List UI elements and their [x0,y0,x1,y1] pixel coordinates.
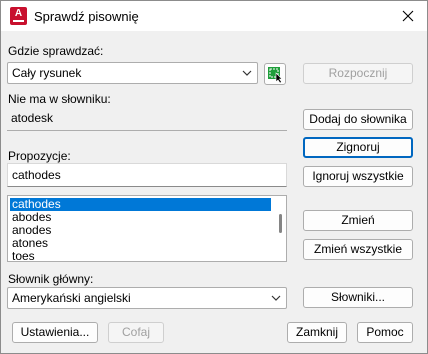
title-bar: A Sprawdź pisownię [1,1,427,31]
change-all-button[interactable]: Zmień wszystkie [303,239,413,260]
main-dictionary-dropdown[interactable]: Amerykański angielski [7,287,287,309]
dictionaries-button[interactable]: Słowniki... [303,287,413,308]
close-icon [402,10,414,22]
select-objects-button[interactable] [264,63,286,85]
window-title: Sprawdź pisownię [34,9,139,24]
close-window-button[interactable] [393,3,423,29]
suggestion-input[interactable]: cathodes [7,163,287,187]
where-to-check-dropdown[interactable]: Cały rysunek [7,62,258,84]
autocad-icon: A [10,7,27,25]
select-objects-icon [268,67,283,84]
spell-check-dialog: A Sprawdź pisownię Gdzie sprawdzać: Cały… [0,0,428,354]
where-to-check-value: Cały rysunek [12,66,82,80]
change-button[interactable]: Zmień [303,210,413,231]
list-scrollbar-thumb[interactable] [279,214,282,233]
where-to-check-label: Gdzie sprawdzać: [8,44,104,58]
ignore-all-button[interactable]: Ignoruj wszystkie [303,166,413,187]
main-dictionary-value: Amerykański angielski [12,291,131,305]
add-to-dictionary-button[interactable]: Dodaj do słownika [303,109,413,130]
app-icon-letter: A [14,8,23,19]
suggestions-label: Propozycje: [8,149,71,163]
suggestion-input-value: cathodes [12,168,61,182]
start-button[interactable]: Rozpocznij [303,63,413,84]
suggestion-item-4[interactable]: toes [10,250,271,263]
undo-button[interactable]: Cofaj [108,322,164,343]
close-button[interactable]: Zamknij [287,322,347,343]
suggestion-item-3[interactable]: atones [10,237,271,250]
chevron-down-icon [242,70,252,76]
chevron-down-icon [271,295,281,301]
settings-button[interactable]: Ustawienia... [12,322,98,343]
not-in-dictionary-value: atodesk [11,111,54,125]
suggestion-item-2[interactable]: anodes [10,224,271,237]
help-button[interactable]: Pomoc [357,322,413,343]
not-in-dictionary-label: Nie ma w słowniku: [8,92,111,106]
suggestions-list[interactable]: cathodes abodes anodes atones toes [7,195,287,263]
not-in-dictionary-value-box: atodesk [7,107,287,131]
main-dictionary-label: Słownik główny: [8,272,94,286]
ignore-button[interactable]: Zignoruj [303,137,413,158]
